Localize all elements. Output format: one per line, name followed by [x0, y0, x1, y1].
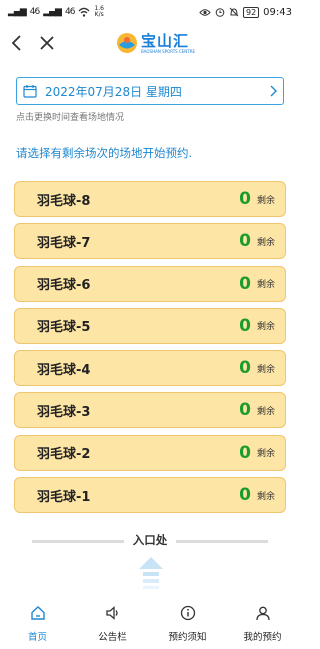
court-remaining-count: 0	[239, 231, 251, 252]
close-button[interactable]	[34, 30, 60, 56]
court-list: 羽毛球-8 0 剩余 羽毛球-7 0 剩余 羽毛球-6 0 剩余 羽毛球-5 0…	[14, 181, 286, 519]
signal-strength-2: 46	[64, 7, 76, 17]
court-remaining-count: 0	[239, 189, 251, 209]
remaining-label: 剩余	[256, 237, 275, 248]
court-name: 羽毛球-8	[37, 193, 91, 209]
tab-home-label: 首页	[27, 632, 47, 643]
signal-strength-1: 46	[29, 7, 41, 17]
tab-my-bookings[interactable]: 我的预约	[225, 598, 300, 649]
date-picker[interactable]: 2022年07月28日 星期四	[16, 77, 284, 105]
signal-icon: ▂▄▆	[43, 7, 62, 17]
court-item[interactable]: 羽毛球-4 0 剩余	[14, 350, 286, 387]
status-left: ▂▄▆ 46 ▂▄▆ 46 1.6 K/s	[8, 6, 104, 18]
court-item[interactable]: 羽毛球-2 0 剩余	[14, 434, 286, 471]
tab-home[interactable]: 首页	[0, 598, 75, 649]
battery-indicator: 92	[242, 6, 260, 18]
court-remaining-count: 0	[239, 400, 251, 421]
logo-subtitle: BAOSHAN SPORTS CENTRE	[141, 48, 196, 54]
signal-icon: ▂▄▆	[8, 7, 27, 17]
court-name: 羽毛球-3	[37, 404, 91, 420]
court-remaining-count: 0	[239, 358, 251, 379]
court-name: 羽毛球-1	[37, 489, 91, 505]
tab-booking-notice[interactable]: 预约须知	[150, 598, 225, 649]
court-item[interactable]: 羽毛球-1 0 剩余	[14, 477, 286, 514]
selected-date: 2022年07月28日 星期四	[45, 84, 182, 99]
court-name: 羽毛球-5	[37, 320, 91, 336]
tab-booking-notice-label: 预约须知	[168, 632, 207, 643]
remaining-label: 剩余	[256, 364, 275, 375]
entrance-marker: 入口处	[32, 532, 268, 552]
court-remaining-count: 0	[239, 485, 251, 506]
court-name: 羽毛球-7	[37, 235, 91, 251]
status-right: 92 09:43	[199, 6, 292, 18]
court-item[interactable]: 羽毛球-6 0 剩余	[14, 265, 286, 302]
court-item[interactable]: 羽毛球-3 0 剩余	[14, 392, 286, 429]
tab-my-bookings-label: 我的预约	[243, 632, 282, 643]
user-icon	[254, 604, 272, 622]
court-remaining-count: 0	[239, 273, 251, 294]
tab-bar: 首页 公告栏 预约须知 我的预约	[0, 598, 300, 649]
remaining-label: 剩余	[256, 195, 275, 206]
court-item[interactable]: 羽毛球-7 0 剩余	[14, 223, 286, 260]
remaining-label: 剩余	[256, 280, 275, 291]
mute-icon	[229, 7, 239, 17]
remaining-label: 剩余	[256, 322, 275, 333]
court-name: 羽毛球-2	[37, 447, 91, 463]
speed-unit: K/s	[94, 11, 104, 18]
court-name: 羽毛球-4	[37, 362, 91, 378]
info-icon	[179, 604, 197, 622]
close-icon	[40, 36, 54, 50]
date-hint: 点击更换时间查看场地情况	[16, 113, 125, 123]
tab-announcements-label: 公告栏	[98, 632, 127, 643]
court-item[interactable]: 羽毛球-8 0 剩余	[14, 181, 286, 217]
back-button[interactable]	[4, 30, 30, 56]
chevron-left-icon	[11, 35, 21, 51]
nav-bar: 宝山汇 BAOSHAN SPORTS CENTRE	[0, 26, 300, 60]
logo-mark-icon	[117, 33, 137, 53]
court-item[interactable]: 羽毛球-5 0 剩余	[14, 307, 286, 344]
logo-text: 宝山汇 BAOSHAN SPORTS CENTRE	[141, 33, 195, 54]
logo-title: 宝山汇	[141, 31, 190, 50]
arrow-up-icon	[139, 557, 163, 589]
remaining-label: 剩余	[256, 406, 275, 417]
entrance-label: 入口处	[124, 532, 176, 552]
speaker-icon	[104, 604, 122, 622]
court-remaining-count: 0	[239, 315, 251, 336]
remaining-label: 剩余	[256, 449, 275, 460]
court-remaining-count: 0	[239, 442, 251, 463]
network-speed: 1.6 K/s	[94, 6, 104, 18]
remaining-label: 剩余	[256, 491, 275, 502]
alarm-icon	[215, 8, 225, 17]
status-bar: ▂▄▆ 46 ▂▄▆ 46 1.6 K/s 92 09:43	[0, 0, 300, 24]
wifi-icon	[78, 7, 90, 17]
clock: 09:43	[263, 6, 292, 18]
home-icon	[29, 604, 47, 622]
instruction-text: 请选择有剩余场次的场地开始预约.	[16, 146, 193, 160]
tab-announcements[interactable]: 公告栏	[75, 598, 150, 649]
court-name: 羽毛球-6	[37, 278, 91, 294]
chevron-right-icon	[270, 85, 277, 97]
calendar-icon	[23, 85, 37, 98]
brand-logo: 宝山汇 BAOSHAN SPORTS CENTRE	[116, 28, 195, 58]
eye-icon	[199, 8, 211, 16]
